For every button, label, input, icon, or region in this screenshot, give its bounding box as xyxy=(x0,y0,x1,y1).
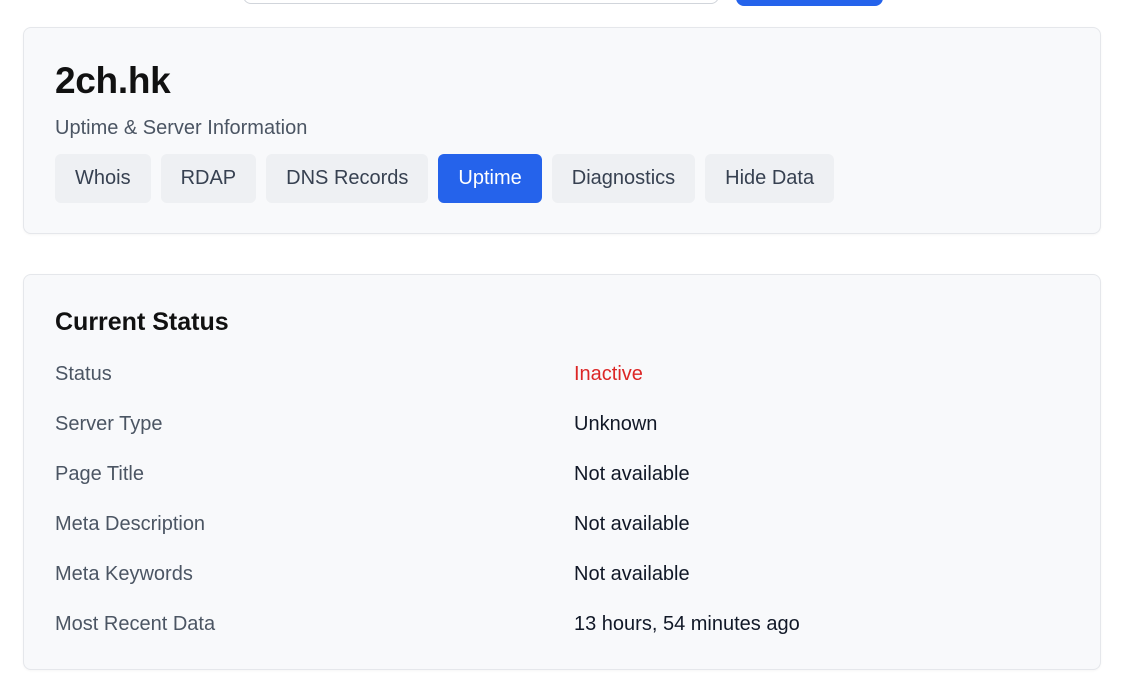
status-table: Status Inactive Server Type Unknown Page… xyxy=(55,350,1071,650)
tab-dns-records[interactable]: DNS Records xyxy=(266,154,429,203)
page-title: 2ch.hk xyxy=(55,60,171,101)
domain-header-card: 2ch.hk Uptime & Server Information Whois… xyxy=(23,27,1101,234)
row-value: 13 hours, 54 minutes ago xyxy=(574,613,800,635)
row-value: Not available xyxy=(574,563,690,585)
row-value: Not available xyxy=(574,513,690,535)
table-row: Meta Keywords Not available xyxy=(55,550,1071,600)
tab-diagnostics[interactable]: Diagnostics xyxy=(551,154,696,203)
search-button[interactable] xyxy=(736,0,883,6)
table-row: Server Type Unknown xyxy=(55,400,1071,450)
row-label: Status xyxy=(55,363,112,385)
top-bar xyxy=(0,0,1132,8)
table-row: Most Recent Data 13 hours, 54 minutes ag… xyxy=(55,600,1071,650)
search-input[interactable] xyxy=(243,0,719,4)
row-label: Server Type xyxy=(55,413,163,435)
row-label: Most Recent Data xyxy=(55,613,216,635)
row-label: Meta Keywords xyxy=(55,563,193,585)
tab-hide-data[interactable]: Hide Data xyxy=(705,154,835,203)
row-label: Page Title xyxy=(55,463,144,485)
table-row: Meta Description Not available xyxy=(55,500,1071,550)
tab-whois[interactable]: Whois xyxy=(55,154,151,203)
row-value: Not available xyxy=(574,463,690,485)
page-subtitle: Uptime & Server Information xyxy=(55,117,308,139)
tab-bar: Whois RDAP DNS Records Uptime Diagnostic… xyxy=(55,154,835,203)
table-row: Page Title Not available xyxy=(55,450,1071,500)
table-row: Status Inactive xyxy=(55,350,1071,400)
row-value: Unknown xyxy=(574,413,658,435)
row-label: Meta Description xyxy=(55,513,206,535)
status-value: Inactive xyxy=(574,363,643,385)
current-status-card: Current Status Status Inactive Server Ty… xyxy=(23,274,1101,670)
tab-rdap[interactable]: RDAP xyxy=(160,154,257,203)
section-title: Current Status xyxy=(55,308,229,336)
tab-uptime[interactable]: Uptime xyxy=(438,154,542,203)
